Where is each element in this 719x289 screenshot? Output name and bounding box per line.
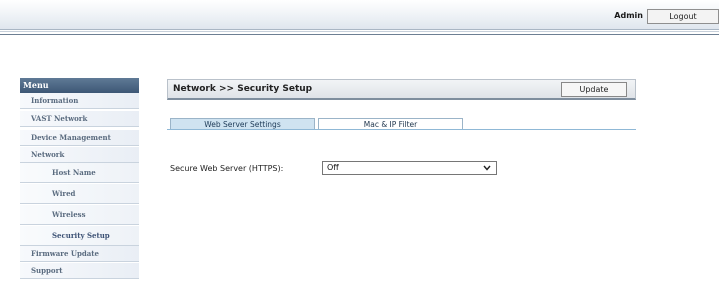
current-user-label: Admin (614, 11, 643, 20)
chevron-down-icon (483, 165, 491, 171)
header-divider-dark (0, 34, 719, 35)
header-divider (0, 31, 719, 32)
sidebar-item-wireless[interactable]: Wireless (20, 205, 139, 225)
panel-header: Network >> Security Setup Update (167, 79, 636, 100)
page-title: Network >> Security Setup (173, 84, 313, 94)
menu-header: Menu (20, 78, 139, 93)
tabs-underline (167, 129, 636, 130)
top-bar: Admin Logout (0, 0, 719, 30)
sidebar-item-network[interactable]: Network (20, 147, 139, 163)
sidebar-item-vast-network[interactable]: VAST Network (20, 111, 139, 127)
https-select-value: Off (327, 163, 339, 172)
sidebar-item-host-name[interactable]: Host Name (20, 163, 139, 183)
sidebar-item-device-management[interactable]: Device Management (20, 130, 139, 146)
https-select[interactable]: Off (322, 161, 497, 175)
sidebar-item-security-setup[interactable]: Security Setup (20, 226, 139, 246)
https-label: Secure Web Server (HTTPS): (170, 164, 284, 173)
logout-button[interactable]: Logout (647, 9, 719, 24)
sidebar-item-firmware-update[interactable]: Firmware Update (20, 246, 139, 262)
sidebar-item-support[interactable]: Support (20, 263, 139, 279)
sidebar-item-wired[interactable]: Wired (20, 184, 139, 204)
sidebar-item-information[interactable]: Information (20, 93, 139, 109)
update-button[interactable]: Update (561, 82, 627, 97)
